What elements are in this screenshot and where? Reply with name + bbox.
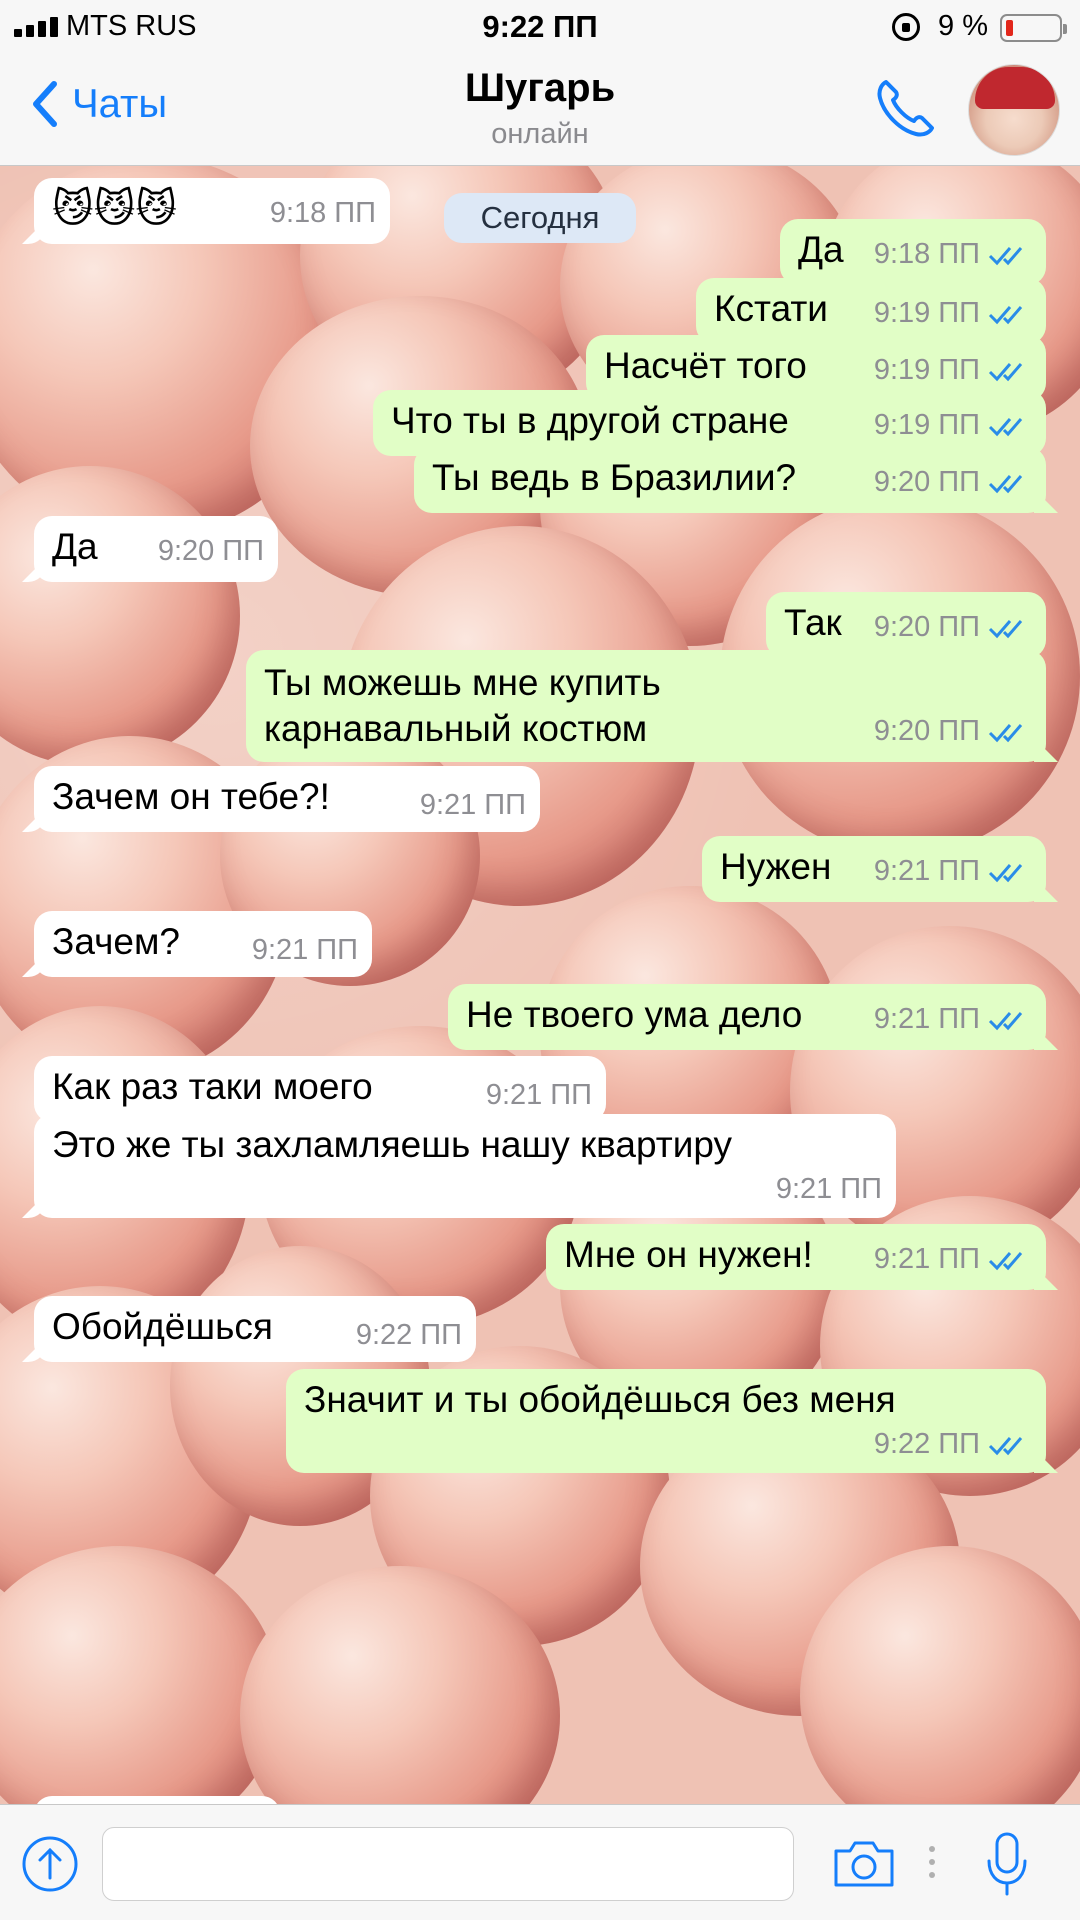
message-text-field[interactable] xyxy=(102,1827,794,1901)
chat-header: Чаты Шугарь онлайн xyxy=(0,54,1080,166)
message-time: 9:20 ПП xyxy=(157,535,264,567)
read-checkmarks-icon xyxy=(988,620,1023,639)
read-checkmarks-icon xyxy=(988,306,1023,325)
message-time: 9:19 ПП xyxy=(873,409,980,441)
message-outgoing[interactable]: Ты можешь мне купить карнавальный костюм… xyxy=(246,650,1058,762)
read-checkmarks-icon xyxy=(988,864,1023,883)
message-incoming[interactable]: Как раз таки моего 9:21 ПП xyxy=(34,1056,606,1122)
battery-percent: 9 % xyxy=(938,10,988,42)
message-text: Не твоего ума дело xyxy=(466,994,803,1035)
message-text: Ты можешь мне купить карнавальный костюм xyxy=(264,662,661,749)
battery-icon xyxy=(1000,14,1067,42)
message-incoming-partial[interactable] xyxy=(34,1796,280,1804)
message-time: 9:22 ПП xyxy=(873,1428,980,1460)
message-incoming[interactable]: 😼😼😼 9:18 ПП xyxy=(22,178,390,244)
message-text: Что ты в другой стране xyxy=(391,400,789,441)
message-outgoing[interactable]: Мне он нужен! 9:21 ПП xyxy=(546,1224,1058,1290)
message-time: 9:21 ПП xyxy=(873,1003,980,1035)
message-outgoing[interactable]: Не твоего ума дело 9:21 ПП xyxy=(448,984,1058,1050)
phone-icon[interactable] xyxy=(872,76,938,142)
orientation-lock-icon xyxy=(892,13,920,41)
message-outgoing[interactable]: Да 9:18 ПП xyxy=(780,219,1046,285)
message-outgoing[interactable]: Ты ведь в Бразилии? 9:20 ПП xyxy=(414,447,1058,513)
read-checkmarks-icon xyxy=(988,363,1023,382)
read-checkmarks-icon xyxy=(988,724,1023,743)
message-text: 😼😼😼 xyxy=(52,187,178,231)
message-time: 9:21 ПП xyxy=(485,1079,592,1111)
message-incoming[interactable]: Зачем? 9:21 ПП xyxy=(22,911,372,977)
message-text: Насчёт того xyxy=(604,345,807,386)
read-checkmarks-icon xyxy=(988,475,1023,494)
message-time: 9:19 ПП xyxy=(873,354,980,386)
message-text: Как раз таки моего xyxy=(52,1066,373,1107)
status-bar: MTS RUS 9:22 ПП 9 % xyxy=(0,0,1080,54)
message-time: 9:20 ПП xyxy=(873,715,980,747)
message-incoming[interactable]: Это же ты захламляешь нашу квартиру 9:21… xyxy=(22,1114,896,1218)
message-text: Обойдёшься xyxy=(52,1306,273,1347)
day-separator: Сегодня xyxy=(444,193,636,243)
read-checkmarks-icon xyxy=(988,1252,1023,1271)
message-outgoing[interactable]: Значит и ты обойдёшься без меня 9:22 ПП xyxy=(286,1369,1058,1473)
message-time: 9:20 ПП xyxy=(873,466,980,498)
message-time: 9:19 ПП xyxy=(873,297,980,329)
message-text: Зачем? xyxy=(52,921,180,962)
message-text: Нужен xyxy=(720,846,832,887)
message-text: Значит и ты обойдёшься без меня xyxy=(304,1379,896,1420)
message-text: Мне он нужен! xyxy=(564,1234,813,1275)
message-text: Зачем он тебе?! xyxy=(52,776,330,817)
read-checkmarks-icon xyxy=(988,1437,1023,1456)
message-text: Так xyxy=(784,602,842,643)
message-incoming[interactable]: Зачем он тебе?! 9:21 ПП xyxy=(22,766,540,832)
message-time: 9:20 ПП xyxy=(873,611,980,643)
message-time: 9:18 ПП xyxy=(873,238,980,270)
message-time: 9:21 ПП xyxy=(251,934,358,966)
message-list[interactable]: Сегодня 😼😼😼 9:18 ПП Да 9:18 ПП Кстати 9:… xyxy=(0,166,1080,1804)
message-outgoing[interactable]: Нужен 9:21 ПП xyxy=(702,836,1058,902)
message-input-bar xyxy=(0,1804,1080,1920)
read-checkmarks-icon xyxy=(988,418,1023,437)
message-time: 9:21 ПП xyxy=(873,1243,980,1275)
message-incoming[interactable]: Да 9:20 ПП xyxy=(22,516,278,582)
read-checkmarks-icon xyxy=(988,1012,1023,1031)
message-time: 9:22 ПП xyxy=(355,1319,462,1351)
message-time: 9:21 ПП xyxy=(775,1173,882,1205)
message-time: 9:18 ПП xyxy=(269,197,376,229)
message-incoming[interactable]: Обойдёшься 9:22 ПП xyxy=(22,1296,476,1362)
message-text: Да xyxy=(52,526,98,567)
read-checkmarks-icon xyxy=(988,247,1023,266)
message-text: Это же ты захламляешь нашу квартиру xyxy=(52,1124,733,1165)
camera-icon[interactable] xyxy=(832,1839,896,1889)
message-text: Да xyxy=(798,229,844,270)
contact-avatar[interactable] xyxy=(968,64,1060,156)
message-time: 9:21 ПП xyxy=(873,855,980,887)
more-dots-icon xyxy=(929,1846,935,1878)
message-text: Кстати xyxy=(714,288,828,329)
message-outgoing[interactable]: Так 9:20 ПП xyxy=(766,592,1046,658)
message-text: Ты ведь в Бразилии? xyxy=(432,457,797,498)
message-time: 9:21 ПП xyxy=(419,789,526,821)
arrow-up-circle-icon[interactable] xyxy=(20,1834,80,1894)
microphone-icon[interactable] xyxy=(985,1831,1029,1897)
